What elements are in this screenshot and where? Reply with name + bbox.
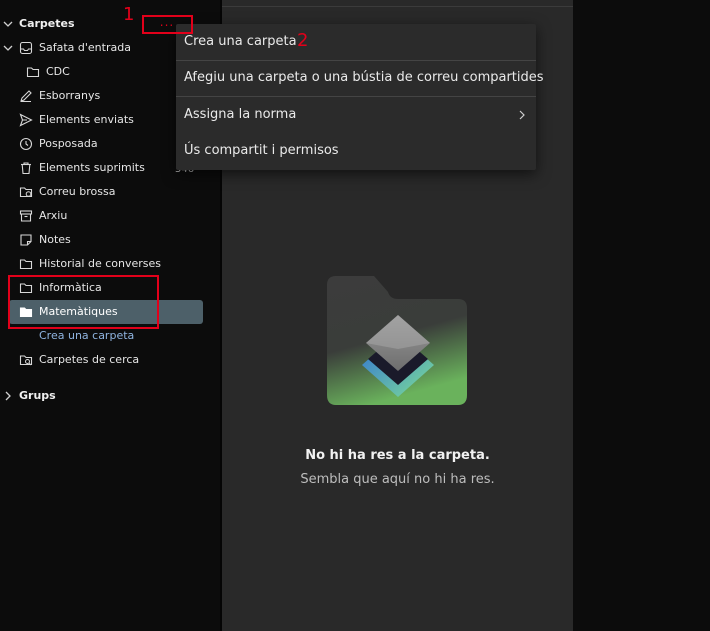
search-folder-icon [19, 355, 33, 366]
sidebar-item-label: Elements suprimits [39, 161, 145, 174]
sidebar-item-notes[interactable]: Notes [0, 228, 220, 252]
menu-item-label: Assigna la norma [184, 107, 297, 122]
sidebar-item-label: Carpetes de cerca [39, 353, 140, 366]
menu-item-assign-rule[interactable]: Assigna la norma [176, 98, 536, 132]
menu-separator [176, 96, 536, 97]
sidebar-item-label: Posposada [39, 137, 98, 150]
annotation-box-folders [8, 275, 159, 329]
sidebar-item-label: Elements enviats [39, 113, 134, 126]
annotation-box-more-button [142, 15, 193, 34]
sidebar-item-junk[interactable]: Correu brossa [0, 180, 220, 204]
chevron-down-icon [3, 45, 13, 51]
menu-item-label: Ús compartit i permisos [184, 143, 339, 158]
empty-state-subtitle: Sembla que aquí no hi ha res. [300, 472, 495, 487]
chevron-down-icon [3, 21, 13, 27]
trash-icon [21, 162, 31, 175]
clock-icon [19, 137, 33, 151]
empty-folder-illustration [327, 276, 467, 405]
sidebar-item-label: Historial de converses [39, 257, 161, 270]
pencil-icon [20, 90, 32, 102]
sidebar-item-label: Safata d'entrada [39, 41, 131, 54]
annotation-number-1: 1 [123, 4, 135, 25]
menu-item-sharing-permissions[interactable]: Ús compartit i permisos [176, 134, 536, 168]
note-icon [20, 234, 32, 246]
menu-item-label: Crea una carpeta [184, 34, 297, 49]
sidebar-item-archive[interactable]: Arxiu [0, 204, 220, 228]
sidebar-item-label: Notes [39, 233, 71, 246]
send-icon [19, 113, 33, 127]
archive-icon [19, 210, 33, 222]
history-folder-icon [19, 259, 33, 270]
sidebar-item-label: Correu brossa [39, 185, 116, 198]
sidebar-item-search-folders[interactable]: Carpetes de cerca [0, 348, 220, 372]
sidebar-item-label: Arxiu [39, 209, 68, 222]
sidebar-item-label: CDC [46, 65, 70, 78]
menu-item-label: Afegiu una carpeta o una bústia de corre… [184, 70, 544, 85]
groups-header-label: Grups [19, 389, 56, 402]
folder-icon [26, 67, 40, 78]
chevron-right-icon [519, 110, 525, 120]
menu-item-add-shared-folder[interactable]: Afegiu una carpeta o una bústia de corre… [176, 61, 544, 95]
sidebar-item-label: Esborranys [39, 89, 101, 102]
chevron-right-icon [5, 391, 11, 401]
pane-top-border [222, 6, 573, 7]
inbox-icon [19, 41, 33, 55]
menu-item-create-folder[interactable]: Crea una carpeta [176, 25, 536, 59]
reading-pane [573, 0, 710, 631]
sidebar-item-conversation-history[interactable]: Historial de converses [0, 252, 220, 276]
annotation-number-2: 2 [297, 30, 309, 51]
folders-header[interactable]: Carpetes [0, 12, 140, 36]
junk-folder-icon [19, 187, 33, 198]
folders-header-label: Carpetes [19, 17, 75, 30]
empty-state-title: No hi ha res a la carpeta. [305, 448, 490, 463]
groups-header[interactable]: Grups [0, 384, 140, 408]
create-folder-link[interactable]: Crea una carpeta [39, 329, 134, 342]
folders-context-menu: Crea una carpeta Afegiu una carpeta o un… [176, 24, 544, 170]
